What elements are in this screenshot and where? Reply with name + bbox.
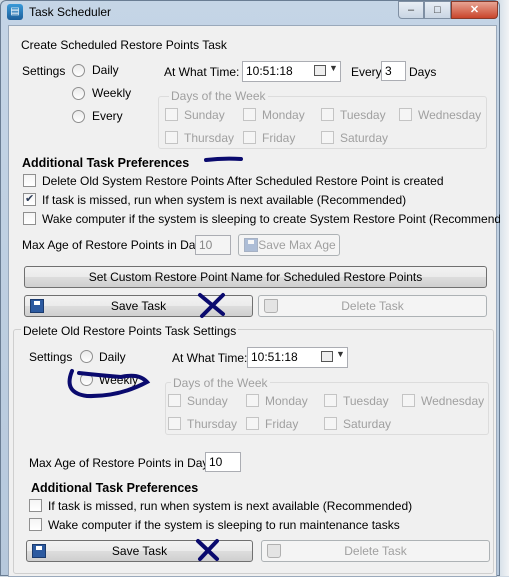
maximize-button[interactable]: □ xyxy=(424,1,451,19)
delete-monday-label: Monday xyxy=(265,394,308,408)
client-area: Create Scheduled Restore Points Task Set… xyxy=(8,25,509,577)
delete-sunday-checkbox[interactable] xyxy=(168,394,181,407)
create-daily-label: Daily xyxy=(92,63,119,77)
create-run-if-missed-label: If task is missed, run when system is ne… xyxy=(42,193,407,207)
create-saturday-label: Saturday xyxy=(340,131,389,145)
delete-friday-checkbox[interactable] xyxy=(246,417,259,430)
delete-friday-label: Friday xyxy=(265,417,299,431)
create-tuesday-checkbox[interactable] xyxy=(321,108,334,121)
create-time-value: 10:51:18 xyxy=(246,64,293,78)
create-every-label: Every xyxy=(92,109,123,123)
create-delete-task-button[interactable]: Delete Task xyxy=(258,295,487,317)
create-tuesday-label: Tuesday xyxy=(340,108,386,122)
create-days-unit: Days xyxy=(409,65,437,79)
create-sunday-label: Sunday xyxy=(184,108,225,122)
delete-wake-computer-checkbox[interactable] xyxy=(29,518,42,531)
delete-daily-radio[interactable] xyxy=(80,350,93,363)
task-scheduler-window: ▤ Task Scheduler – □ ✕ Create Scheduled … xyxy=(0,0,509,577)
calendar-dropdown-icon[interactable]: ▼ xyxy=(314,63,338,80)
create-daily-radio[interactable] xyxy=(72,64,85,77)
delete-daily-label: Daily xyxy=(99,350,126,364)
background-strip xyxy=(500,0,509,576)
create-time-picker[interactable]: 10:51:18 ▼ xyxy=(242,61,341,82)
create-weekly-label: Weekly xyxy=(92,86,132,100)
delete-delete-task-button[interactable]: Delete Task xyxy=(261,540,490,562)
delete-settings-label: Settings xyxy=(29,350,73,364)
delete-run-if-missed-label: If task is missed, run when system is ne… xyxy=(48,499,413,513)
delete-delete-task-label: Delete Task xyxy=(344,544,407,558)
delete-time-picker[interactable]: 10:51:18 ▼ xyxy=(247,347,348,368)
create-wednesday-checkbox[interactable] xyxy=(399,108,412,121)
delete-tuesday-checkbox[interactable] xyxy=(324,394,337,407)
create-prefs-heading: Additional Task Preferences xyxy=(22,156,190,170)
close-button[interactable]: ✕ xyxy=(451,1,498,19)
create-max-age-input[interactable]: 10 xyxy=(195,235,231,255)
trash-icon xyxy=(267,544,281,558)
delete-max-age-input[interactable]: 10 xyxy=(205,452,241,472)
trash-icon xyxy=(264,299,278,313)
floppy-disk-icon xyxy=(244,238,258,252)
delete-thursday-label: Thursday xyxy=(187,417,238,431)
delete-weekly-label: Weekly xyxy=(99,373,139,387)
delete-run-if-missed-checkbox[interactable] xyxy=(29,499,42,512)
minimize-button[interactable]: – xyxy=(398,1,424,19)
title-bar[interactable]: ▤ Task Scheduler – □ ✕ xyxy=(1,1,499,23)
create-task-heading: Create Scheduled Restore Points Task xyxy=(21,38,227,52)
delete-time-value: 10:51:18 xyxy=(251,350,298,364)
create-every-text: Every xyxy=(351,65,382,79)
save-max-age-button[interactable]: Save Max Age xyxy=(238,234,340,256)
create-save-task-label: Save Task xyxy=(110,299,167,313)
delete-max-age-label: Max Age of Restore Points in Days: xyxy=(29,456,218,470)
delete-tuesday-label: Tuesday xyxy=(343,394,389,408)
create-friday-checkbox[interactable] xyxy=(243,131,256,144)
create-monday-label: Monday xyxy=(262,108,305,122)
delete-sunday-label: Sunday xyxy=(187,394,228,408)
create-save-task-button[interactable]: Save Task xyxy=(24,295,253,317)
create-delete-task-label: Delete Task xyxy=(341,299,404,313)
create-wednesday-label: Wednesday xyxy=(418,108,482,122)
create-wake-computer-label: Wake computer if the system is sleeping … xyxy=(42,212,509,226)
delete-wednesday-checkbox[interactable] xyxy=(402,394,415,407)
create-every-radio[interactable] xyxy=(72,110,85,123)
create-days-group-label: Days of the Week xyxy=(169,89,268,103)
create-time-label: At What Time: xyxy=(164,65,240,79)
delete-save-task-button[interactable]: Save Task xyxy=(26,540,253,562)
create-thursday-label: Thursday xyxy=(184,131,235,145)
create-every-days-input[interactable]: 3 xyxy=(381,61,406,81)
delete-old-after-create-checkbox[interactable] xyxy=(23,174,36,187)
delete-old-after-create-label: Delete Old System Restore Points After S… xyxy=(42,174,444,188)
delete-wednesday-label: Wednesday xyxy=(421,394,485,408)
delete-old-heading: Delete Old Restore Points Task Settings xyxy=(21,324,239,338)
create-thursday-checkbox[interactable] xyxy=(165,131,178,144)
create-wake-computer-checkbox[interactable] xyxy=(23,212,36,225)
task-scheduler-icon: ▤ xyxy=(7,4,23,20)
create-run-if-missed-checkbox[interactable] xyxy=(23,192,36,206)
create-friday-label: Friday xyxy=(262,131,296,145)
create-weekly-radio[interactable] xyxy=(72,87,85,100)
delete-weekly-radio[interactable] xyxy=(80,373,93,386)
create-max-age-label: Max Age of Restore Points in Days: xyxy=(22,238,211,252)
create-saturday-checkbox[interactable] xyxy=(321,131,334,144)
floppy-disk-icon xyxy=(32,544,46,558)
delete-prefs-heading: Additional Task Preferences xyxy=(31,481,199,495)
create-settings-label: Settings xyxy=(22,64,66,78)
floppy-disk-icon xyxy=(30,299,44,313)
delete-save-task-label: Save Task xyxy=(111,544,168,558)
delete-thursday-checkbox[interactable] xyxy=(168,417,181,430)
window-title: Task Scheduler xyxy=(29,5,112,19)
calendar-dropdown-icon[interactable]: ▼ xyxy=(321,349,345,366)
delete-saturday-label: Saturday xyxy=(343,417,392,431)
create-monday-checkbox[interactable] xyxy=(243,108,256,121)
delete-monday-checkbox[interactable] xyxy=(246,394,259,407)
delete-time-label: At What Time: xyxy=(172,351,248,365)
custom-restore-name-button[interactable]: Set Custom Restore Point Name for Schedu… xyxy=(24,266,487,288)
create-sunday-checkbox[interactable] xyxy=(165,108,178,121)
delete-days-group-label: Days of the Week xyxy=(171,376,270,390)
delete-saturday-checkbox[interactable] xyxy=(324,417,337,430)
delete-wake-computer-label: Wake computer if the system is sleeping … xyxy=(48,518,400,532)
